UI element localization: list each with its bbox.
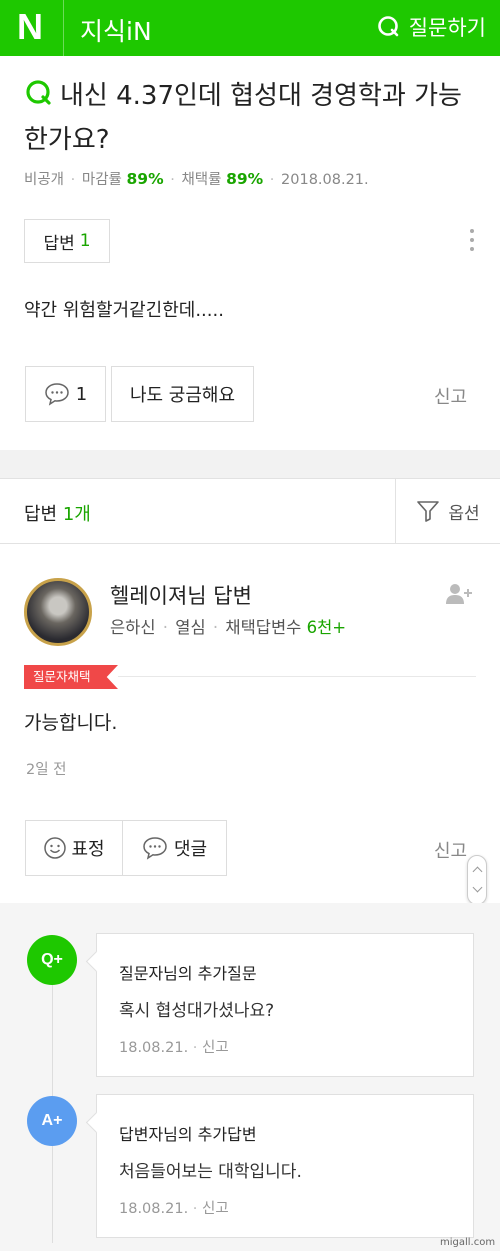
followup-title: 답변자님의 추가답변 [119, 1125, 257, 1144]
adopted-tag: 질문자채택 [24, 665, 118, 689]
adopted-count-value: 6천+ [306, 618, 347, 637]
question-title: 내신 4.37인데 협성대 경영학과 가능한가요? [24, 76, 484, 160]
followup-title: 질문자님의 추가질문 [119, 964, 257, 983]
followup-answer-card: 답변자님의 추가답변 처음들어보는 대학입니다. 18.08.21. · 신고 [96, 1094, 474, 1238]
comment-button[interactable]: 1 [25, 366, 106, 422]
answers-count-label: 답변 1개 [24, 504, 91, 525]
ask-question-button[interactable]: 질문하기 [377, 10, 486, 44]
followup-body: 혹시 협성대가셨나요? [119, 1001, 275, 1021]
add-friend-icon[interactable] [444, 582, 476, 610]
answer-date: 2일 전 [26, 762, 67, 778]
closing-rate-value: 89% [126, 170, 164, 188]
reply-button[interactable]: 댓글 [122, 820, 227, 876]
question-plus-badge: Q+ [27, 935, 77, 985]
question-report-link[interactable]: 신고 [434, 383, 467, 409]
speech-bubble-icon [45, 383, 69, 406]
speech-bubble-icon [143, 837, 167, 860]
visibility-text: 비공개 [24, 172, 65, 188]
scroll-handle[interactable] [467, 855, 487, 905]
more-options-icon[interactable] [464, 225, 480, 259]
question-q-icon [24, 78, 54, 120]
top-bar: N 지식iN 질문하기 [0, 0, 500, 56]
question-meta: 비공개 · 마감률 89% · 채택률 89% · 2018.08.21. [24, 170, 369, 188]
ask-question-label: 질문하기 [408, 16, 486, 40]
followup-meta: 18.08.21. · 신고 [119, 1040, 229, 1056]
question-title-text: 내신 4.37인데 협성대 경영학과 가능한가요? [24, 81, 462, 155]
service-title[interactable]: 지식iN [80, 12, 152, 48]
answer-report-link[interactable]: 신고 [434, 837, 467, 863]
q-icon [377, 16, 399, 37]
answers-header: 답변 1개 옵션 [0, 478, 500, 544]
adoption-rate-value: 89% [226, 170, 264, 188]
followup-section: Q+ 질문자님의 추가질문 혹시 협성대가셨나요? 18.08.21. · 신고… [0, 903, 500, 1251]
avatar[interactable] [24, 578, 92, 646]
question-date: 2018.08.21. [281, 172, 369, 188]
answer-plus-badge: A+ [27, 1096, 77, 1146]
answer-count-badge[interactable]: 답변 1 [24, 219, 110, 263]
divider [118, 676, 476, 677]
author-activity: 열심 [175, 618, 206, 637]
adopted-count-label: 채택답변수 [225, 618, 302, 637]
curious-button[interactable]: 나도 궁금해요 [111, 366, 254, 422]
smile-icon [44, 837, 67, 859]
section-separator [0, 450, 500, 478]
followup-meta: 18.08.21. · 신고 [119, 1201, 229, 1217]
watermark: migall.com [440, 1237, 496, 1248]
answer-body: 가능합니다. [24, 712, 118, 734]
question-body: 약간 위험할거같긴한데..... [24, 300, 224, 321]
author-grade: 은하신 [110, 618, 156, 637]
options-filter-button[interactable]: 옵션 [395, 479, 500, 543]
emotion-button[interactable]: 표정 [25, 820, 123, 876]
filter-icon [417, 501, 440, 522]
answer-author-meta: 은하신 · 열심 · 채택답변수 6천+ [110, 618, 347, 637]
naver-logo[interactable]: N [0, 0, 64, 56]
followup-question-card: 질문자님의 추가질문 혹시 협성대가셨나요? 18.08.21. · 신고 [96, 933, 474, 1077]
followup-report-link[interactable]: 신고 [202, 1201, 229, 1217]
comment-count: 1 [75, 383, 88, 405]
followup-body: 처음들어보는 대학입니다. [119, 1162, 302, 1182]
answer-author-title[interactable]: 헬레이져님 답변 [110, 580, 252, 610]
followup-report-link[interactable]: 신고 [202, 1040, 229, 1056]
closing-rate-label: 마감률 [81, 172, 122, 188]
adoption-rate-label: 채택률 [181, 172, 222, 188]
